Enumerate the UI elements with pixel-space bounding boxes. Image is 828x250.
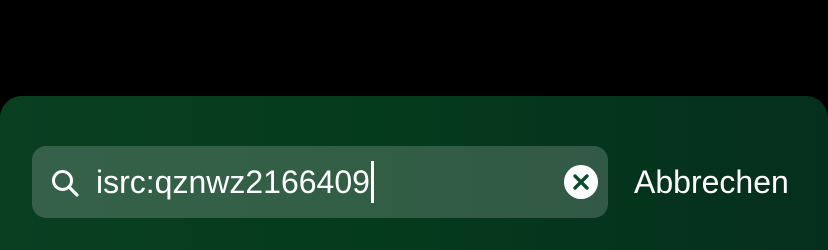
search-input-value: isrc:qznwz2166409 [96, 164, 370, 200]
clear-icon[interactable] [564, 165, 598, 199]
search-panel: isrc:qznwz2166409 Abbrechen [0, 96, 828, 250]
search-field[interactable]: isrc:qznwz2166409 [32, 146, 608, 218]
search-input[interactable]: isrc:qznwz2166409 [96, 146, 374, 218]
text-caret [370, 161, 374, 203]
search-icon [52, 170, 79, 197]
cancel-button[interactable]: Abbrechen [634, 146, 789, 218]
